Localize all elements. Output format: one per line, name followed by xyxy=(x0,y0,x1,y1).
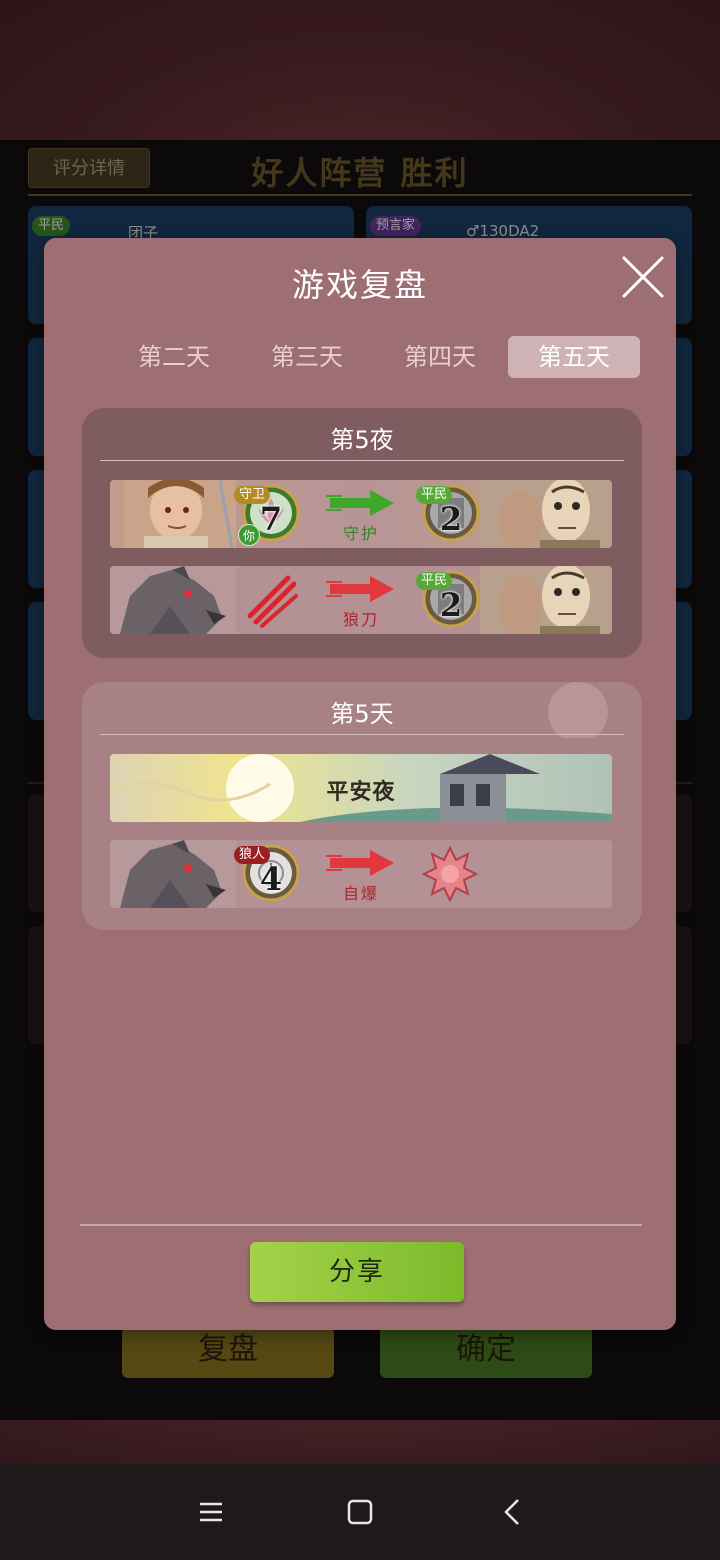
werewolf-portrait xyxy=(110,566,236,634)
action-label: 守护 xyxy=(342,524,379,543)
safe-night-banner: 平安夜 xyxy=(110,754,612,822)
system-nav-bar xyxy=(0,1464,720,1560)
tab-day-2[interactable]: 第二天 xyxy=(108,336,240,378)
guard-portrait xyxy=(124,480,236,548)
divider xyxy=(100,734,624,735)
villager-portrait xyxy=(480,480,612,548)
green-arrow-icon xyxy=(326,490,394,516)
you-badge: 你 xyxy=(238,524,260,546)
close-icon[interactable] xyxy=(620,254,666,300)
back-icon[interactable] xyxy=(488,1488,536,1536)
player-number: 2 xyxy=(439,500,463,538)
action-self-destruct: 自爆 xyxy=(326,850,396,903)
red-arrow-icon xyxy=(326,576,394,602)
action-protect: 守护 xyxy=(326,490,396,543)
modal-title: 游戏复盘 xyxy=(291,266,428,304)
share-button[interactable]: 分享 xyxy=(250,1242,464,1302)
werewolf-portrait xyxy=(110,840,236,908)
day-tabs: 第二天 第三天 第四天 第五天 xyxy=(108,336,640,380)
day-title: 第5天 xyxy=(330,700,394,728)
player-number: 4 xyxy=(259,860,283,898)
night-title: 第5夜 xyxy=(330,426,394,454)
claw-slash-icon xyxy=(247,575,298,628)
safe-night-label: 平安夜 xyxy=(326,780,396,805)
divider xyxy=(80,1224,642,1226)
replay-modal: 游戏复盘 第二天 第三天 第四天 第五天 第5夜 守卫 7 你 守护 平民 2 … xyxy=(44,238,676,1330)
action-label: 自爆 xyxy=(342,884,379,903)
tab-day-3[interactable]: 第三天 xyxy=(241,336,373,378)
tab-day-5[interactable]: 第五天 xyxy=(508,336,640,378)
day-event-row: 狼人 4 自爆 xyxy=(110,840,612,908)
night-section: 第5夜 守卫 7 你 守护 平民 2 狼刀 平民 2 xyxy=(82,408,642,658)
home-icon[interactable] xyxy=(336,1488,384,1536)
night-event-row: 狼刀 平民 2 xyxy=(110,566,612,634)
action-label: 狼刀 xyxy=(342,610,379,629)
player-number: 2 xyxy=(439,586,463,624)
action-kill: 狼刀 xyxy=(326,576,396,629)
menu-icon[interactable] xyxy=(186,1488,234,1536)
day-section: 第5天 平安夜 狼人 4 自爆 xyxy=(82,682,642,930)
explosion-icon xyxy=(422,846,478,902)
divider xyxy=(100,460,624,461)
night-event-row: 守卫 7 你 守护 平民 2 xyxy=(110,480,612,548)
villager-portrait xyxy=(480,566,612,634)
red-arrow-icon xyxy=(326,850,394,876)
tab-day-4[interactable]: 第四天 xyxy=(374,336,506,378)
